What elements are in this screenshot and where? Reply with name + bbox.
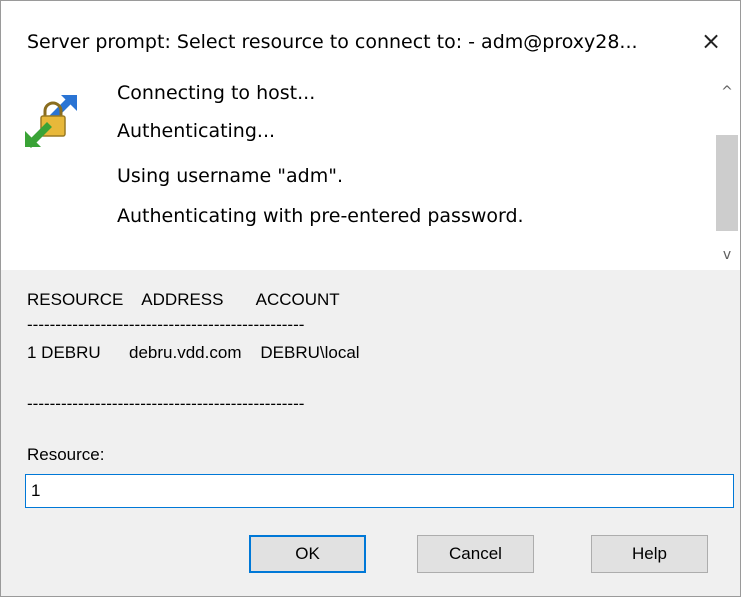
scroll-up-icon[interactable]: ^ bbox=[714, 81, 740, 103]
log-line: Using username "adm". bbox=[117, 165, 343, 187]
putty-lock-arrows-icon bbox=[25, 95, 77, 148]
log-line: Connecting to host... bbox=[117, 82, 316, 104]
scroll-thumb[interactable] bbox=[716, 135, 738, 231]
close-icon[interactable]: × bbox=[691, 19, 731, 63]
resource-input[interactable] bbox=[25, 474, 734, 508]
cancel-button[interactable]: Cancel bbox=[417, 535, 534, 573]
title-bar: Server prompt: Select resource to connec… bbox=[1, 1, 740, 77]
log-line: Authenticating with pre-entered password… bbox=[117, 205, 524, 227]
resource-table-row: 1 DEBRU debru.vdd.com DEBRU\local bbox=[27, 343, 360, 362]
log-line: Authenticating... bbox=[117, 120, 276, 142]
server-prompt-dialog: Server prompt: Select resource to connec… bbox=[0, 0, 741, 597]
table-separator-top: ----------------------------------------… bbox=[27, 315, 305, 334]
help-button[interactable]: Help bbox=[591, 535, 708, 573]
table-separator-bottom: ----------------------------------------… bbox=[27, 394, 305, 413]
log-scrollbar[interactable]: ^ v bbox=[714, 77, 740, 270]
window-title: Server prompt: Select resource to connec… bbox=[27, 31, 638, 53]
resource-table-header: RESOURCE ADDRESS ACCOUNT bbox=[27, 290, 340, 309]
resource-label: Resource: bbox=[27, 445, 105, 464]
connection-log: Connecting to host... Authenticating... … bbox=[1, 77, 740, 270]
scroll-down-icon[interactable]: v bbox=[714, 244, 740, 266]
ok-button[interactable]: OK bbox=[249, 535, 366, 573]
